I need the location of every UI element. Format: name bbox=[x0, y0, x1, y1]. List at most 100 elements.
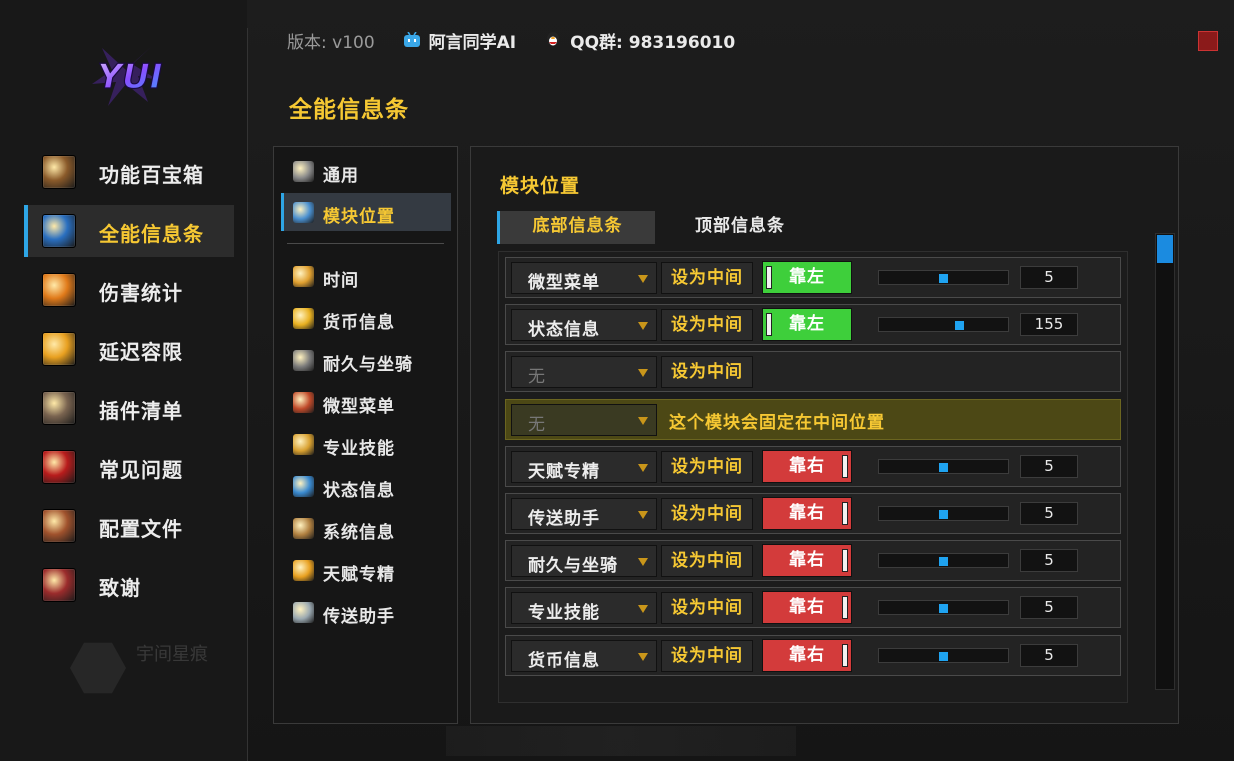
sub-nav-item-10[interactable]: 传送助手 bbox=[281, 593, 451, 631]
offset-value[interactable]: 5 bbox=[1020, 454, 1078, 478]
offset-slider[interactable] bbox=[878, 553, 1009, 569]
sidebar-divider bbox=[247, 28, 248, 761]
dropdown-arrow-icon bbox=[638, 605, 648, 614]
set-center-button[interactable]: 设为中间 bbox=[661, 356, 753, 389]
module-dropdown[interactable]: 微型菜单 bbox=[511, 262, 657, 294]
align-toggle[interactable]: 靠左 bbox=[762, 261, 852, 294]
nav-item-0[interactable]: 功能百宝箱 bbox=[24, 146, 234, 198]
set-center-button[interactable]: 设为中间 bbox=[661, 498, 753, 530]
offset-slider[interactable] bbox=[878, 270, 1009, 285]
sub-nav-separator bbox=[287, 243, 444, 244]
move-cross-icon bbox=[293, 202, 314, 223]
yui-logo: YUI bbox=[92, 46, 163, 106]
nav-item-2[interactable]: 伤害统计 bbox=[24, 264, 234, 316]
dropdown-arrow-icon bbox=[638, 652, 648, 661]
module-dropdown[interactable]: 无 bbox=[511, 356, 657, 389]
nav-item-7[interactable]: 致谢 bbox=[24, 559, 234, 611]
module-dropdown[interactable]: 无 bbox=[511, 403, 657, 436]
slider-thumb[interactable] bbox=[938, 274, 948, 283]
offset-slider[interactable] bbox=[878, 600, 1009, 616]
nav-item-3[interactable]: 延迟容限 bbox=[24, 323, 234, 375]
nav-item-label: 插件清单 bbox=[99, 399, 183, 423]
slider-thumb[interactable] bbox=[938, 604, 948, 614]
module-dropdown-value: 无 bbox=[528, 367, 546, 388]
author-link[interactable]: 阿言同学AI bbox=[429, 28, 516, 53]
sub-nav-item-1[interactable]: 模块位置 bbox=[281, 193, 451, 231]
nav-item-4[interactable]: 插件清单 bbox=[24, 382, 234, 434]
slider-thumb[interactable] bbox=[938, 651, 948, 661]
sub-nav-item-4[interactable]: 耐久与坐骑 bbox=[281, 341, 451, 379]
sub-nav-item-9[interactable]: 天赋专精 bbox=[281, 551, 451, 589]
slider-thumb[interactable] bbox=[938, 510, 948, 519]
offset-slider[interactable] bbox=[878, 647, 1009, 663]
dropdown-arrow-icon bbox=[638, 463, 648, 472]
tab-top-bar[interactable]: 顶部信息条 bbox=[663, 211, 817, 244]
align-toggle[interactable]: 靠左 bbox=[762, 308, 852, 342]
set-center-button[interactable]: 设为中间 bbox=[661, 309, 753, 342]
set-center-button[interactable]: 设为中间 bbox=[661, 545, 753, 578]
set-center-button[interactable]: 设为中间 bbox=[661, 450, 753, 483]
align-toggle[interactable]: 靠右 bbox=[762, 497, 852, 530]
sub-nav-item-5[interactable]: 微型菜单 bbox=[281, 383, 451, 421]
module-rows: 微型菜单 设为中间 靠左 5 状态信息 设为中间 靠左 155 无设为中间无这个模块会固定在中间… bbox=[498, 251, 1128, 703]
align-toggle-label: 靠右 bbox=[789, 503, 825, 523]
armor-icon bbox=[42, 391, 76, 425]
module-dropdown[interactable]: 耐久与坐骑 bbox=[511, 545, 657, 578]
slider-thumb[interactable] bbox=[938, 462, 948, 472]
content-panel: 模块位置 底部信息条 顶部信息条 微型菜单 设为中间 靠左 5 状态信息 设为中间 靠左 15… bbox=[470, 146, 1179, 724]
align-toggle-label: 靠左 bbox=[789, 267, 825, 287]
scrollbar-thumb[interactable] bbox=[1157, 235, 1173, 263]
module-dropdown[interactable]: 传送助手 bbox=[511, 498, 657, 530]
sub-nav-item-7[interactable]: 状态信息 bbox=[281, 467, 451, 505]
offset-value[interactable]: 5 bbox=[1020, 643, 1078, 667]
treasure-chest-icon bbox=[42, 155, 76, 189]
sub-nav-label: 传送助手 bbox=[323, 607, 395, 627]
sub-nav-label: 模块位置 bbox=[323, 207, 395, 227]
module-row: 传送助手 设为中间 靠右 5 bbox=[505, 493, 1121, 534]
module-dropdown[interactable]: 天赋专精 bbox=[511, 450, 657, 483]
offset-value[interactable]: 5 bbox=[1020, 502, 1078, 525]
background-action-bar bbox=[446, 726, 796, 756]
set-center-button[interactable]: 设为中间 bbox=[661, 592, 753, 625]
nav-item-6[interactable]: 配置文件 bbox=[24, 500, 234, 552]
align-toggle[interactable]: 靠右 bbox=[762, 591, 852, 625]
align-toggle[interactable]: 靠右 bbox=[762, 638, 852, 672]
module-dropdown[interactable]: 货币信息 bbox=[511, 639, 657, 672]
sub-nav-label: 系统信息 bbox=[323, 523, 395, 543]
offset-value[interactable]: 155 bbox=[1020, 313, 1078, 337]
gift-box-icon bbox=[293, 392, 314, 413]
offset-slider[interactable] bbox=[878, 317, 1009, 333]
module-dropdown-value: 天赋专精 bbox=[528, 461, 600, 482]
tab-bottom-bar[interactable]: 底部信息条 bbox=[497, 211, 655, 244]
sub-nav-item-3[interactable]: 货币信息 bbox=[281, 299, 451, 337]
offset-slider[interactable] bbox=[878, 458, 1009, 474]
toggle-knob bbox=[842, 502, 848, 525]
offset-value[interactable]: 5 bbox=[1020, 266, 1078, 289]
qq-penguin-icon bbox=[547, 32, 560, 46]
module-dropdown[interactable]: 状态信息 bbox=[511, 309, 657, 342]
align-toggle[interactable]: 靠右 bbox=[762, 449, 852, 483]
offset-slider[interactable] bbox=[878, 506, 1009, 521]
offset-value[interactable]: 5 bbox=[1020, 549, 1078, 573]
nav-item-5[interactable]: 常见问题 bbox=[24, 441, 234, 493]
slider-thumb[interactable] bbox=[955, 321, 965, 331]
sub-nav-item-2[interactable]: 时间 bbox=[281, 257, 451, 295]
sub-nav-item-8[interactable]: 系统信息 bbox=[281, 509, 451, 547]
slider-thumb[interactable] bbox=[938, 557, 948, 567]
nav-item-1[interactable]: 全能信息条 bbox=[24, 205, 234, 257]
module-dropdown[interactable]: 专业技能 bbox=[511, 592, 657, 625]
set-center-button[interactable]: 设为中间 bbox=[661, 639, 753, 672]
gems-icon bbox=[293, 434, 314, 455]
sub-nav-item-0[interactable]: 通用 bbox=[281, 152, 451, 190]
anvil-icon bbox=[293, 350, 314, 371]
align-toggle[interactable]: 靠右 bbox=[762, 544, 852, 578]
set-center-button[interactable]: 设为中间 bbox=[661, 262, 753, 294]
nav-item-label: 配置文件 bbox=[99, 517, 183, 541]
close-button[interactable] bbox=[1198, 31, 1218, 51]
offset-value[interactable]: 5 bbox=[1020, 596, 1078, 620]
sub-nav-item-6[interactable]: 专业技能 bbox=[281, 425, 451, 463]
sub-nav-label: 微型菜单 bbox=[323, 397, 395, 417]
fire-icon bbox=[42, 273, 76, 307]
nav-item-label: 致谢 bbox=[99, 576, 141, 600]
scrollbar[interactable] bbox=[1155, 233, 1175, 690]
